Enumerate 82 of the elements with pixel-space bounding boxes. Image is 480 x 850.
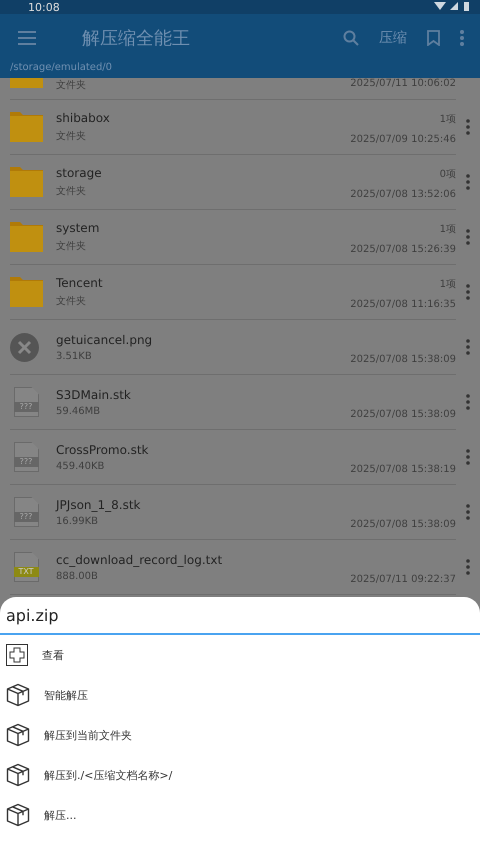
item-count: 1项 (440, 223, 456, 236)
file-detail: 3.51KB (56, 350, 93, 362)
file-date: 2025/07/08 15:38:09 (350, 519, 456, 530)
menu-item[interactable]: 查看 (0, 635, 480, 675)
file-detail: 16.99KB (56, 516, 100, 526)
menu-item[interactable]: 解压到当前文件夹 (0, 715, 480, 755)
file-name: CrossPromo.stk (56, 442, 150, 456)
file-row[interactable]: 文件夹 2025/07/11 10:06:02 (10, 78, 456, 100)
item-count: 1项 (440, 113, 456, 126)
folder-icon (10, 222, 43, 252)
folder-icon (10, 167, 43, 197)
item-count: 0项 (440, 168, 456, 181)
folder-icon (10, 277, 43, 307)
file-type-label: ??? (12, 457, 40, 467)
file-type-label: ??? (12, 512, 40, 522)
file-name: Tencent (56, 276, 104, 290)
file-date: 2025/07/08 15:38:09 (350, 409, 456, 420)
sheet-title: api.zip (0, 597, 480, 635)
file-detail: 888.00B (56, 570, 99, 582)
file-date: 2025/07/08 11:16:35 (350, 299, 456, 310)
search-icon[interactable] (343, 30, 359, 46)
file-row[interactable]: getuicancel.png 3.51KB 2025/07/08 15:38:09 (10, 320, 456, 375)
file-name: S3DMain.stk (56, 388, 132, 402)
file-name: JPJson_1_8.stk (56, 498, 142, 512)
menu-item[interactable]: 智能解压 (0, 675, 480, 715)
file-row[interactable]: TXT cc_download_record_log.txt 888.00B 2025/07/11 09:22:37 (10, 540, 456, 595)
file-detail: 459.40KB (56, 460, 106, 472)
file-detail: 文件夹 (56, 294, 87, 308)
folder-icon (10, 112, 43, 142)
file-date: 2025/07/11 10:06:02 (350, 78, 456, 89)
app-title: 解压缩全能王 (82, 27, 190, 50)
file-name: storage (56, 166, 103, 180)
file-detail: 文件夹 (56, 240, 87, 253)
file-type-label: ??? (12, 402, 40, 412)
status-time: 10:08 (28, 0, 60, 14)
compress-button[interactable]: 压缩 (379, 29, 407, 47)
box-icon (6, 683, 30, 707)
more-icon[interactable] (466, 504, 470, 520)
item-count: 1项 (440, 278, 456, 291)
menu-item[interactable]: 解压... (0, 795, 480, 835)
more-icon[interactable] (466, 229, 470, 245)
file-name: system (56, 221, 100, 235)
status-icons (432, 2, 472, 12)
file-name: shibabox (56, 111, 111, 125)
x-circle-icon (10, 332, 39, 362)
menu-icon[interactable] (18, 31, 36, 45)
bookmark-icon[interactable] (427, 30, 440, 46)
box-icon (6, 803, 30, 827)
file-type-label: TXT (12, 567, 40, 577)
file-date: 2025/07/11 09:22:37 (350, 574, 456, 585)
file-date: 2025/07/09 10:25:46 (350, 134, 456, 145)
more-icon[interactable] (466, 559, 470, 575)
file-row[interactable]: ??? CrossPromo.stk 459.40KB 2025/07/08 15:38:19 (10, 430, 456, 485)
more-icon[interactable] (466, 119, 470, 135)
file-detail: 文件夹 (56, 78, 87, 92)
file-row[interactable]: Tencent 文件夹 1项 2025/07/08 11:16:35 (10, 265, 456, 320)
file-date: 2025/07/08 15:38:19 (350, 464, 456, 475)
box-icon (6, 763, 30, 787)
box-icon (6, 723, 30, 747)
more-icon[interactable] (466, 174, 470, 190)
more-icon[interactable] (466, 339, 470, 355)
plus-square-icon (6, 644, 28, 666)
file-name: getuicancel.png (56, 332, 154, 346)
file-row[interactable]: ??? JPJson_1_8.stk 16.99KB 2025/07/08 15:38:09 (10, 485, 456, 540)
more-icon[interactable] (466, 394, 470, 410)
file-row[interactable]: storage 文件夹 0项 2025/07/08 13:52:06 (10, 155, 456, 210)
more-icon[interactable] (460, 30, 464, 46)
file-date: 2025/07/08 13:52:06 (350, 189, 456, 200)
file-detail: 文件夹 (56, 184, 87, 198)
path-text: /storage/emulated/0 (10, 62, 112, 74)
file-detail: 59.46MB (56, 406, 102, 416)
file-date: 2025/07/08 15:38:09 (350, 354, 456, 365)
menu-item[interactable]: 解压到./<压缩文档名称>/ (0, 755, 480, 795)
more-icon[interactable] (466, 284, 470, 300)
file-detail: 文件夹 (56, 130, 87, 143)
file-name: cc_download_record_log.txt (56, 552, 224, 566)
file-row[interactable]: shibabox 文件夹 1项 2025/07/09 10:25:46 (10, 100, 456, 155)
file-row[interactable]: system 文件夹 1项 2025/07/08 15:26:39 (10, 210, 456, 265)
file-date: 2025/07/08 15:26:39 (350, 244, 456, 255)
more-icon[interactable] (466, 449, 470, 465)
folder-icon (10, 78, 43, 88)
file-row[interactable]: ??? S3DMain.stk 59.46MB 2025/07/08 15:38:09 (10, 375, 456, 430)
